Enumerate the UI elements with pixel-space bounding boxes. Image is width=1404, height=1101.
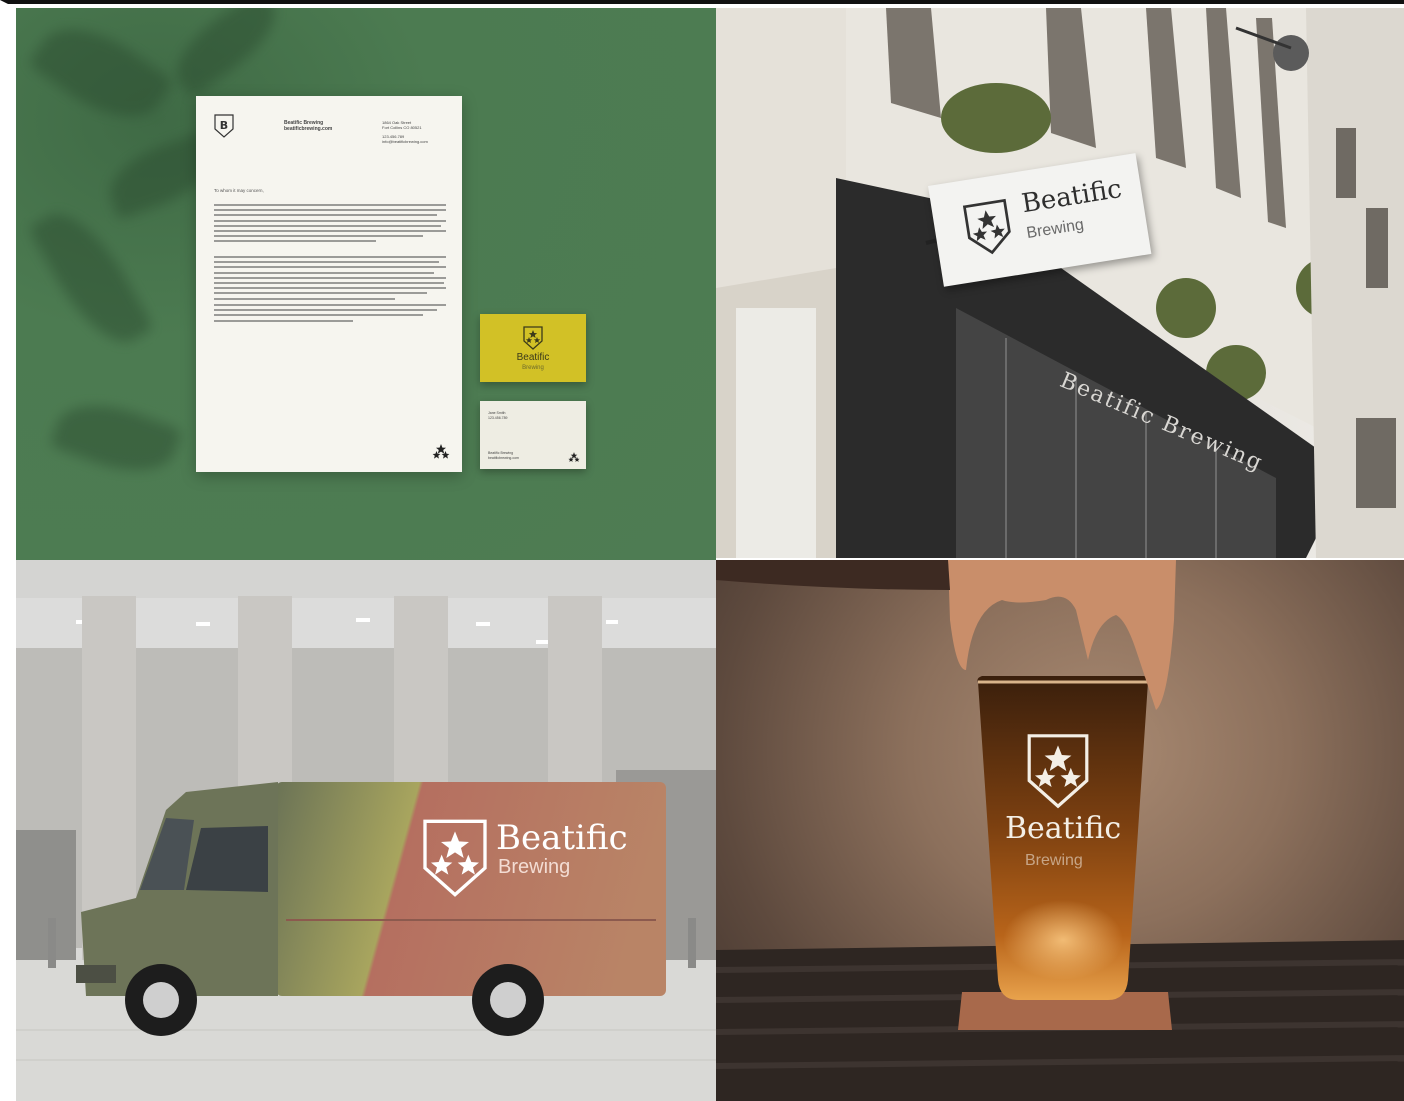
letterhead-company-block: Beatific Brewing beatificbrewing.com [284, 120, 332, 132]
address-line2: Fort Collins CO 80521 [382, 125, 422, 130]
card-person-name: Jane Smith [488, 411, 506, 415]
card-brand-sub: Brewing [522, 365, 544, 371]
truck-brand-name: Beatific [496, 818, 628, 858]
sign-brand-sub: Brewing [1025, 216, 1086, 243]
letterhead-contact-block: 1864 Oak Street Fort Collins CO 80521 12… [382, 120, 428, 144]
letter-paragraph [214, 256, 446, 303]
email: info@beatificbrewing.com [382, 139, 428, 144]
letter-salutation: To whom it may concern, [214, 188, 264, 193]
beer-glass-mockup-panel: Beatific Brewing [716, 560, 1404, 1101]
shield-stars-logo-icon [523, 326, 543, 350]
business-card-back: Jane Smith 123.456.789 Beatific Brewing … [480, 401, 586, 469]
letter-paragraph [214, 204, 446, 246]
leaf-shadow [27, 8, 175, 139]
card-brand-name: Beatific [516, 352, 550, 363]
leaf-shadow [27, 198, 155, 358]
storefront-mockup-panel: Beatific Brewing Beatific Brewing [716, 8, 1404, 558]
truck-brand-sub: Brewing [498, 856, 571, 878]
three-stars-icon [432, 444, 450, 459]
card-company: Beatific Brewing [488, 451, 514, 455]
glass-brand-name: Beatific [1005, 811, 1122, 846]
shield-stars-logo-icon [962, 198, 1011, 255]
card-website: beatificbrewing.com [488, 456, 519, 460]
card-phone: 123.456.789 [488, 416, 508, 420]
letterhead-website: beatificbrewing.com [284, 126, 333, 132]
letterhead-shield-logo-icon: B [214, 114, 234, 138]
brand-mockup-collage: B Beatific Brewing beatificbrewing.com 1… [0, 0, 1404, 1101]
leaf-shadow [162, 8, 290, 98]
glass-brand-sub: Brewing [1025, 852, 1083, 869]
three-stars-icon [568, 452, 580, 462]
letterhead: B Beatific Brewing beatificbrewing.com 1… [196, 96, 462, 472]
leaf-shadow [49, 389, 183, 487]
truck-mockup-panel: Beatific Brewing [16, 560, 716, 1101]
logo-initial: B [220, 119, 228, 132]
shield-stars-logo-icon [423, 819, 487, 897]
business-card-front: Beatific Brewing [480, 314, 586, 382]
stationery-mockup-panel: B Beatific Brewing beatificbrewing.com 1… [16, 8, 716, 560]
letter-paragraph [214, 304, 446, 325]
storefront-building-illustration [716, 8, 1404, 558]
sign-brand-name: Beatific [1019, 173, 1124, 220]
shield-stars-logo-icon [1027, 734, 1089, 809]
